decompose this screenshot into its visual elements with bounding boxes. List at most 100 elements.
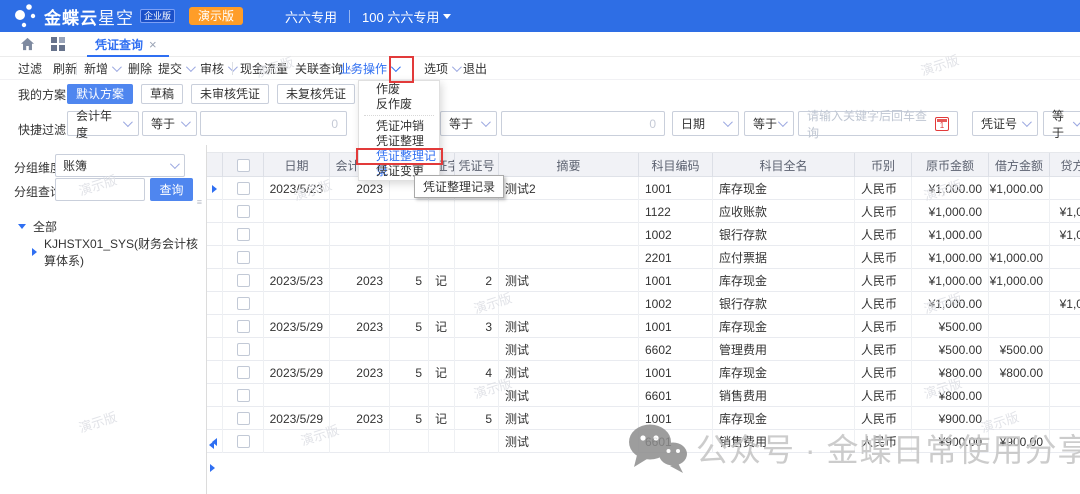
home-button[interactable] — [20, 37, 35, 51]
filter-field-select[interactable]: 日期 — [672, 111, 739, 136]
cell-date: 2023/5/29 — [264, 315, 330, 338]
row-checkbox[interactable] — [237, 435, 250, 448]
cell-date — [264, 200, 330, 223]
cell-debit — [989, 223, 1050, 246]
cell-year: 2023 — [330, 315, 390, 338]
row-checkbox[interactable] — [237, 182, 250, 195]
scheme-button-草稿[interactable]: 草稿 — [141, 84, 183, 104]
group-dimension-select[interactable]: 账簿 — [55, 154, 185, 177]
filter-field-select[interactable]: 凭证号 — [972, 111, 1038, 136]
tree-collapsed-icon[interactable] — [32, 248, 37, 256]
close-icon[interactable]: × — [149, 37, 157, 52]
toolbar-button-新增[interactable]: 新增 — [84, 57, 119, 80]
toolbar-button-label: 关联查询 — [295, 60, 343, 77]
tab-bar: 凭证查询 × — [0, 32, 1080, 57]
table-row[interactable]: 测试6601销售费用人民币¥800.00 — [207, 384, 1080, 407]
filter-operator-select[interactable]: 等于 — [440, 111, 497, 136]
table-row[interactable]: 测试6601销售费用人民币¥900.00¥900.00 — [207, 430, 1080, 453]
toolbar-button-退出[interactable]: 退出 — [463, 57, 487, 80]
row-checkbox[interactable] — [237, 274, 250, 287]
row-checkbox[interactable] — [237, 343, 250, 356]
toolbar-button-选项[interactable]: 选项 — [424, 57, 459, 80]
tree-expand-icon[interactable] — [18, 224, 26, 229]
row-checkbox[interactable] — [237, 320, 250, 333]
chevron-down-icon — [112, 62, 122, 72]
filter-value-input[interactable]: 0 — [501, 111, 665, 136]
row-checkbox[interactable] — [237, 205, 250, 218]
toolbar-button-现金流量[interactable]: 现金流量 — [240, 57, 288, 80]
filter-value-input[interactable]: 请输入关键字后回车查询 — [798, 111, 958, 136]
filter-operator-select[interactable]: 等于 — [142, 111, 197, 136]
cell-account: 银行存款 — [713, 223, 855, 246]
input-placeholder: 请输入关键字后回车查询 — [807, 107, 935, 141]
table-row[interactable]: 1122应收账款人民币¥1,000.00¥1,000.00 — [207, 200, 1080, 223]
table-row[interactable]: 1002银行存款人民币¥1,000.00¥1,000.00 — [207, 292, 1080, 315]
filter-field-select[interactable]: 会计年度 — [67, 111, 139, 136]
cell-no — [455, 200, 499, 223]
menu-item-凭证整理[interactable]: 凭证整理 — [359, 134, 439, 149]
cell-year — [330, 223, 390, 246]
row-checkbox[interactable] — [237, 297, 250, 310]
group-search-input[interactable] — [55, 178, 145, 201]
toolbar-button-刷新[interactable]: 刷新 — [53, 57, 77, 80]
cell-credit: ¥1,000.00 — [1050, 200, 1080, 223]
account-switcher[interactable]: 100 六六专用 — [362, 7, 451, 26]
expand-right-arrow-icon[interactable] — [210, 464, 215, 472]
table-row[interactable]: 2023/5/2320235记测试21001库存现金人民币¥1,000.00¥1… — [207, 177, 1080, 200]
table-row[interactable]: 1002银行存款人民币¥1,000.00¥1,000.00 — [207, 223, 1080, 246]
scheme-row-label: 我的方案 — [18, 86, 66, 103]
toolbar-button-提交[interactable]: 提交 — [158, 57, 193, 80]
cell-period — [390, 384, 429, 407]
scheme-button-未复核凭证[interactable]: 未复核凭证 — [277, 84, 355, 104]
toolbar-button-审核[interactable]: 审核 — [200, 57, 235, 80]
cell-no: 5 — [455, 407, 499, 430]
cell-date — [264, 430, 330, 453]
cell-no — [455, 338, 499, 361]
scheme-button-默认方案[interactable]: 默认方案 — [67, 84, 133, 104]
input-suffix-zero: 0 — [331, 117, 338, 131]
select-all-checkbox[interactable] — [237, 159, 250, 172]
cell-word: 记 — [429, 315, 455, 338]
tab-voucher-query[interactable]: 凭证查询 × — [91, 32, 161, 57]
toolbar-button-label: 刷新 — [53, 60, 77, 77]
scheme-button-未审核凭证[interactable]: 未审核凭证 — [191, 84, 269, 104]
menu-item-凭证整理记录[interactable]: 凭证整理记录 — [359, 149, 439, 164]
menu-item-反作废[interactable]: 反作废 — [359, 97, 439, 112]
org-name[interactable]: 六六专用 — [285, 7, 337, 26]
table-row[interactable]: 测试6602管理费用人民币¥500.00¥500.00 — [207, 338, 1080, 361]
app-menu-button[interactable] — [51, 37, 65, 51]
filter-operator-select[interactable]: 等于 — [744, 111, 794, 136]
table-row[interactable]: 2023/5/2920235记5测试1001库存现金人民币¥900.00 — [207, 407, 1080, 430]
toolbar-button-删除[interactable]: 删除 — [128, 57, 152, 80]
toolbar-button-业务操作[interactable]: 业务操作 — [339, 57, 398, 80]
row-checkbox[interactable] — [237, 251, 250, 264]
row-checkbox[interactable] — [237, 412, 250, 425]
cell-word — [429, 430, 455, 453]
table-row[interactable]: 2023/5/2920235记3测试1001库存现金人民币¥500.00 — [207, 315, 1080, 338]
row-checkbox[interactable] — [237, 389, 250, 402]
filter-value-input[interactable]: 0 — [200, 111, 347, 136]
cell-debit: ¥1,000.00 — [989, 177, 1050, 200]
splitter-handle-icon[interactable]: ≡ — [197, 197, 202, 207]
table-row[interactable]: 2201应付票据人民币¥1,000.00¥1,000.00 — [207, 246, 1080, 269]
row-checkbox[interactable] — [237, 366, 250, 379]
calendar-icon[interactable] — [935, 117, 949, 131]
table-row[interactable]: 2023/5/2320235记2测试1001库存现金人民币¥1,000.00¥1… — [207, 269, 1080, 292]
tree-node-book[interactable]: KJHSTX01_SYS(财务会计核算体系) — [0, 239, 206, 265]
menu-item-作废[interactable]: 作废 — [359, 82, 439, 97]
cell-debit: ¥900.00 — [989, 430, 1050, 453]
group-search-button[interactable]: 查询 — [150, 178, 193, 201]
chevron-down-icon — [1022, 117, 1032, 127]
table-row[interactable]: 2023/5/2920235记4测试1001库存现金人民币¥800.00¥800… — [207, 361, 1080, 384]
cell-code: 1001 — [639, 315, 713, 338]
cell-currency: 人民币 — [855, 292, 912, 315]
filter-operator-select[interactable]: 等于 — [1043, 111, 1080, 136]
tab-label: 凭证查询 — [95, 36, 143, 53]
collapse-left-arrow-icon[interactable] — [209, 441, 214, 449]
toolbar-button-过滤[interactable]: 过滤 — [18, 57, 42, 80]
row-checkbox[interactable] — [237, 228, 250, 241]
cell-year: 2023 — [330, 407, 390, 430]
cell-word: 记 — [429, 407, 455, 430]
menu-item-凭证冲销[interactable]: 凭证冲销 — [359, 119, 439, 134]
cell-currency: 人民币 — [855, 338, 912, 361]
